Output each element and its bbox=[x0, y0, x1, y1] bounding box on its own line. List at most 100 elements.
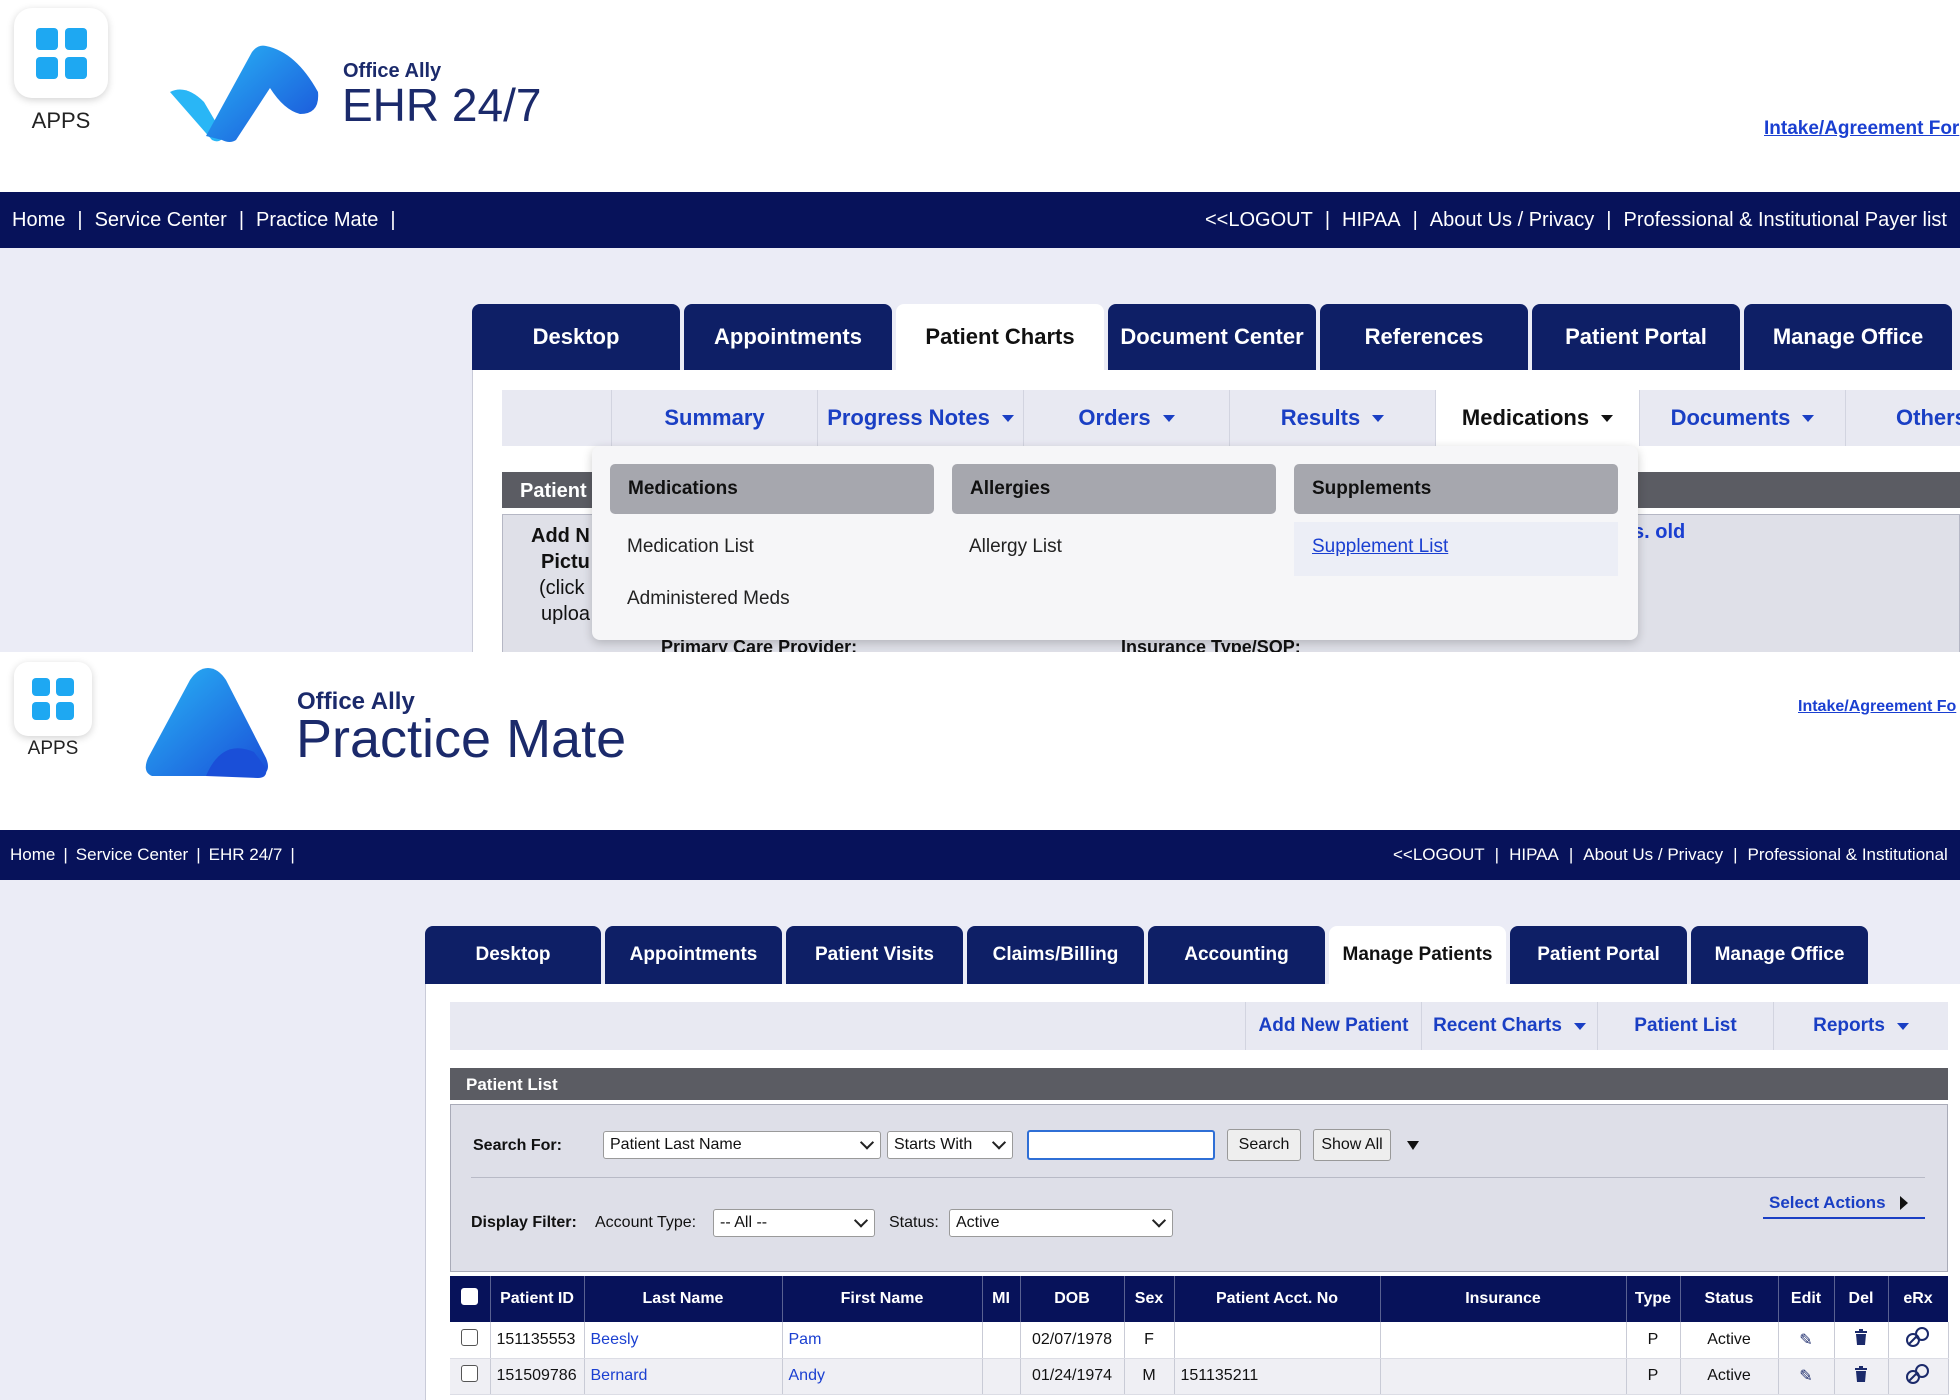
tab-claims-billing[interactable]: Claims/Billing bbox=[967, 926, 1144, 984]
nav-about-privacy-link[interactable]: About Us / Privacy bbox=[1430, 209, 1595, 232]
tab-appointments[interactable]: Appointments bbox=[684, 304, 892, 370]
row-checkbox[interactable] bbox=[450, 1322, 491, 1359]
edit-button[interactable]: ✎ bbox=[1778, 1358, 1835, 1395]
nav-payer-list-link[interactable]: Professional & Institutional Payer list bbox=[1623, 209, 1947, 232]
last-name-link[interactable]: Beesly bbox=[584, 1322, 783, 1359]
show-all-button[interactable]: Show All bbox=[1313, 1129, 1391, 1161]
search-field-select[interactable]: Patient Last Name bbox=[603, 1131, 881, 1159]
delete-button[interactable] bbox=[1834, 1322, 1889, 1359]
tab-desktop[interactable]: Desktop bbox=[472, 304, 680, 370]
search-button[interactable]: Search bbox=[1227, 1129, 1301, 1161]
nav-logout-link[interactable]: <<LOGOUT bbox=[1393, 845, 1485, 865]
table-row: 151135553 Beesly Pam 02/07/1978 F P Acti… bbox=[450, 1322, 1949, 1359]
tab-patient-portal[interactable]: Patient Portal bbox=[1510, 926, 1687, 984]
intake-agreement-link[interactable]: Intake/Agreement Fo bbox=[1798, 698, 1956, 716]
select-all-checkbox[interactable] bbox=[450, 1276, 491, 1322]
delete-button[interactable] bbox=[1834, 1358, 1889, 1395]
nav-home-link[interactable]: Home bbox=[10, 845, 55, 865]
subnav-documents[interactable]: Documents bbox=[1640, 390, 1846, 446]
apps-button[interactable] bbox=[14, 662, 92, 736]
menu-item-medication-list[interactable]: Medication List bbox=[627, 536, 754, 558]
erx-button[interactable] bbox=[1888, 1322, 1949, 1359]
dob-cell: 02/07/1978 bbox=[1020, 1322, 1125, 1359]
edit-button[interactable]: ✎ bbox=[1778, 1322, 1835, 1359]
intake-agreement-link[interactable]: Intake/Agreement For bbox=[1764, 118, 1959, 140]
nav-hipaa-link[interactable]: HIPAA bbox=[1342, 209, 1401, 232]
subnav-results[interactable]: Results bbox=[1230, 390, 1436, 446]
display-filter-label: Display Filter: bbox=[471, 1214, 577, 1231]
row-checkbox[interactable] bbox=[450, 1358, 491, 1395]
select-actions-button[interactable]: Select Actions bbox=[1763, 1189, 1925, 1219]
table-header-row: Patient ID Last Name First Name MI DOB S… bbox=[450, 1276, 1949, 1322]
col-first-name[interactable]: First Name bbox=[782, 1276, 983, 1322]
menu-item-allergy-list[interactable]: Allergy List bbox=[969, 536, 1062, 558]
subnav-summary[interactable]: Summary bbox=[612, 390, 818, 446]
patient-list-table: Patient ID Last Name First Name MI DOB S… bbox=[450, 1276, 1949, 1395]
subnav-medications[interactable]: Medications bbox=[1436, 390, 1640, 446]
show-all-menu-icon[interactable] bbox=[1407, 1141, 1419, 1150]
col-status[interactable]: Status bbox=[1680, 1276, 1779, 1322]
subnav-reports[interactable]: Reports bbox=[1774, 1002, 1948, 1050]
subnav-add-new-patient[interactable]: Add New Patient bbox=[1246, 1002, 1422, 1050]
status-filter-label: Status: bbox=[889, 1214, 939, 1231]
tab-patient-visits[interactable]: Patient Visits bbox=[786, 926, 963, 984]
menu-item-administered-meds[interactable]: Administered Meds bbox=[627, 588, 790, 610]
tab-references[interactable]: References bbox=[1320, 304, 1528, 370]
pencil-icon: ✎ bbox=[1799, 1368, 1813, 1385]
acct-no-cell bbox=[1174, 1322, 1381, 1359]
nav-payer-list-link[interactable]: Professional & Institutional bbox=[1748, 845, 1948, 865]
col-insurance[interactable]: Insurance bbox=[1380, 1276, 1627, 1322]
practice-mate-panel: APPS Office Ally Practice Mate Intake/Ag… bbox=[0, 652, 1960, 1400]
tab-manage-office[interactable]: Manage Office bbox=[1744, 304, 1952, 370]
tab-patient-portal[interactable]: Patient Portal bbox=[1532, 304, 1740, 370]
first-name-link[interactable]: Andy bbox=[782, 1358, 983, 1395]
tab-accounting[interactable]: Accounting bbox=[1148, 926, 1325, 984]
subnav-others[interactable]: Others bbox=[1846, 390, 1960, 446]
status-filter-select[interactable]: Active bbox=[949, 1209, 1173, 1237]
apps-grid-icon bbox=[35, 27, 87, 79]
subnav-progress-notes[interactable]: Progress Notes bbox=[818, 390, 1024, 446]
pm-product-name: Practice Mate bbox=[296, 709, 627, 769]
erx-button[interactable] bbox=[1888, 1358, 1949, 1395]
nav-home-link[interactable]: Home bbox=[12, 209, 65, 232]
subnav-patient-list[interactable]: Patient List bbox=[1598, 1002, 1774, 1050]
match-type-select[interactable]: Starts With bbox=[887, 1131, 1013, 1159]
chevron-down-icon bbox=[1601, 414, 1614, 422]
col-sex[interactable]: Sex bbox=[1124, 1276, 1175, 1322]
col-patient-acct-no[interactable]: Patient Acct. No bbox=[1174, 1276, 1381, 1322]
col-dob[interactable]: DOB bbox=[1020, 1276, 1125, 1322]
mi-cell bbox=[982, 1358, 1021, 1395]
table-row: 151509786 Bernard Andy 01/24/1974 M 1511… bbox=[450, 1358, 1949, 1395]
account-type-label: Account Type: bbox=[595, 1214, 697, 1231]
col-type[interactable]: Type bbox=[1626, 1276, 1681, 1322]
last-name-link[interactable]: Bernard bbox=[584, 1358, 783, 1395]
nav-about-privacy-link[interactable]: About Us / Privacy bbox=[1583, 845, 1723, 865]
tab-desktop[interactable]: Desktop bbox=[425, 926, 601, 984]
tab-document-center[interactable]: Document Center bbox=[1108, 304, 1316, 370]
upload-text: uploa bbox=[541, 603, 590, 625]
subnav-orders[interactable]: Orders bbox=[1024, 390, 1230, 446]
first-name-link[interactable]: Pam bbox=[782, 1322, 983, 1359]
subnav-recent-charts[interactable]: Recent Charts bbox=[1422, 1002, 1598, 1050]
search-input[interactable] bbox=[1027, 1130, 1215, 1160]
col-patient-id[interactable]: Patient ID bbox=[490, 1276, 585, 1322]
col-last-name[interactable]: Last Name bbox=[584, 1276, 783, 1322]
menu-item-supplement-list[interactable]: Supplement List bbox=[1312, 536, 1448, 558]
apps-button[interactable] bbox=[14, 8, 108, 98]
tab-appointments[interactable]: Appointments bbox=[605, 926, 782, 984]
account-type-select[interactable]: -- All -- bbox=[713, 1209, 875, 1237]
nav-practice-mate-link[interactable]: Practice Mate bbox=[256, 209, 378, 232]
pm-main-tabs: Desktop Appointments Patient Visits Clai… bbox=[425, 926, 1872, 984]
chevron-down-icon bbox=[1151, 1213, 1167, 1228]
nav-hipaa-link[interactable]: HIPAA bbox=[1509, 845, 1559, 865]
apps-label: APPS bbox=[27, 738, 79, 759]
tab-patient-charts[interactable]: Patient Charts bbox=[896, 304, 1104, 370]
nav-logout-link[interactable]: <<LOGOUT bbox=[1205, 209, 1313, 232]
col-mi[interactable]: MI bbox=[982, 1276, 1021, 1322]
nav-ehr-link[interactable]: EHR 24/7 bbox=[209, 845, 283, 865]
tab-manage-patients[interactable]: Manage Patients bbox=[1329, 926, 1506, 984]
nav-service-center-link[interactable]: Service Center bbox=[76, 845, 188, 865]
nav-service-center-link[interactable]: Service Center bbox=[95, 209, 227, 232]
tab-manage-office[interactable]: Manage Office bbox=[1691, 926, 1868, 984]
ehr-panel: APPS Office Ally EHR 24/7 Intake/Agreeme… bbox=[0, 0, 1960, 652]
